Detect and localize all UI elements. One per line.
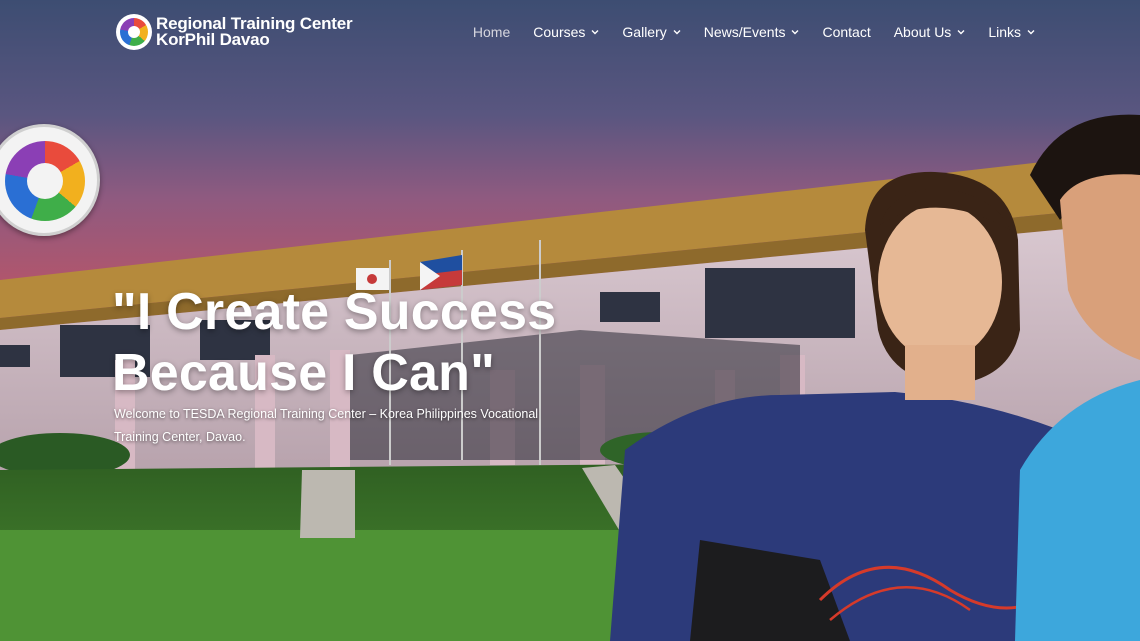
nav-gallery-label: Gallery [622,24,667,40]
nav-links-label: Links [988,24,1021,40]
site-header: Regional Training Center KorPhil Davao H… [0,0,1140,68]
nav-home-label: Home [472,24,511,40]
site-logo[interactable]: Regional Training Center KorPhil Davao [116,14,353,50]
nav-contact-label: Contact [822,24,871,40]
chevron-down-icon [591,30,599,35]
nav-news-events[interactable]: News/Events [704,24,800,40]
hero-subtext: Welcome to TESDA Regional Training Cente… [114,407,539,444]
nav-about-us-label: About Us [893,24,952,40]
logo-line2: KorPhil Davao [156,30,270,49]
nav-courses-label: Courses [533,24,586,40]
nav-contact[interactable]: Contact [822,24,870,40]
main-nav: Home Courses Gallery News/Events Contact… [450,24,1035,40]
nav-news-events-label: News/Events [703,24,786,40]
chevron-down-icon [673,30,681,35]
nav-about-us[interactable]: About Us [894,24,966,40]
chevron-down-icon [957,30,965,35]
logo-emblem-icon [116,14,152,50]
logo-text: Regional Training Center KorPhil Davao [156,15,353,49]
chevron-down-icon [1027,30,1035,35]
nav-links[interactable]: Links [988,24,1035,40]
hero-headline: "I Create Success Because I Can" [112,283,557,402]
chevron-down-icon [791,30,799,35]
nav-gallery[interactable]: Gallery [622,24,681,40]
seal-emblem-icon [5,141,85,221]
nav-home[interactable]: Home [473,24,510,40]
nav-courses[interactable]: Courses [533,24,599,40]
